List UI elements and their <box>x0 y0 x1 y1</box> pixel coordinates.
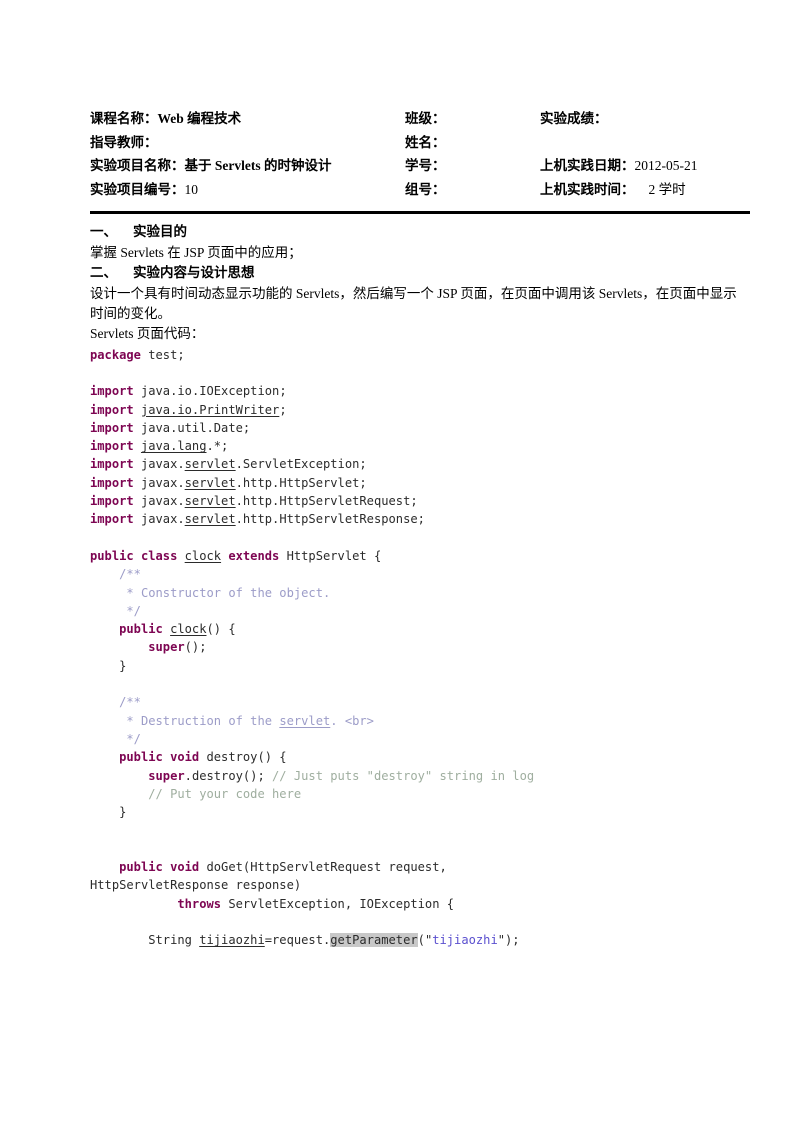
code-line: String tijiaozhi=request.getParameter("t… <box>148 933 520 948</box>
header-cell-duration: 上机实践时间： 2 学时 <box>540 181 750 207</box>
header-row: 指导教师： 姓名： <box>90 134 750 160</box>
project-name-value: 基于 Servlets 的时钟设计 <box>184 158 332 173</box>
section-number-1: 一、 <box>90 224 117 239</box>
code-line: import java.util.Date; <box>90 420 251 435</box>
section-2-paragraph-2: Servlets 页面代码： <box>90 326 205 342</box>
section-number-2: 二、 <box>90 264 117 280</box>
code-line: public clock() { <box>119 622 236 637</box>
code-line: public class clock extends HttpServlet { <box>90 548 382 563</box>
section-1-paragraph: 掌握 Servlets 在 JSP 页面中的应用； <box>90 245 302 261</box>
code-line: import java.io.PrintWriter; <box>90 402 287 417</box>
code-line: import javax.servlet.http.HttpServlet; <box>90 475 367 490</box>
header-row: 实验项目名称：基于 Servlets 的时钟设计 学号： 上机实践日期：2012… <box>90 159 750 183</box>
practice-date-label: 上机实践日期： <box>540 158 635 173</box>
section-heading-2: 二、 实验内容与设计思想 <box>90 264 750 282</box>
document-content: 课程名称：Web 编程技术 班级： 实验成绩： 指导教师： 姓名： 实验项目名称… <box>90 112 750 949</box>
code-line: super.destroy(); // Just puts "destroy" … <box>148 768 535 783</box>
header-cell-name: 姓名： <box>405 134 540 160</box>
section-2-paragraph-1: 设计一个具有时间动态显示功能的 Servlets，然后编写一个 JSP 页面，在… <box>90 286 737 321</box>
code-line: import javax.servlet.ServletException; <box>90 457 367 472</box>
practice-time-value: 2 学时 <box>648 181 686 197</box>
header-row: 实验项目编号：10 组号： 上机实践时间： 2 学时 <box>90 181 750 207</box>
header-divider <box>90 211 750 214</box>
java-code-block: package test; import java.io.IOException… <box>90 346 750 950</box>
header-cell-instructor: 指导教师： <box>90 134 405 160</box>
code-line: HttpServletResponse response) <box>90 878 302 893</box>
code-line: package test; <box>90 347 185 362</box>
course-name-value: Web 编程技术 <box>157 111 242 126</box>
code-line-comment: * Constructor of the object. <box>90 585 331 600</box>
code-line: } <box>90 658 127 673</box>
code-line: import javax.servlet.http.HttpServletReq… <box>90 494 418 509</box>
name-label: 姓名： <box>405 134 446 150</box>
header-row: 课程名称：Web 编程技术 班级： 实验成绩： <box>90 112 750 136</box>
course-name-label: 课程名称： <box>90 111 158 126</box>
header-cell-score: 实验成绩： <box>540 112 750 136</box>
practice-date-value: 2012-05-21 <box>634 158 698 173</box>
experiment-header-table: 课程名称：Web 编程技术 班级： 实验成绩： 指导教师： 姓名： 实验项目名称… <box>90 112 750 206</box>
class-label: 班级： <box>405 111 446 126</box>
code-line: // Put your code here <box>148 786 302 801</box>
code-line: import java.io.IOException; <box>90 384 287 399</box>
code-line-comment: */ <box>90 731 141 746</box>
section-title-1: 实验目的 <box>133 224 187 239</box>
code-line-comment: /** <box>90 567 141 582</box>
project-name-label: 实验项目名称： <box>90 158 185 173</box>
code-line: public void destroy() { <box>119 750 287 765</box>
header-cell-class: 班级： <box>405 112 540 136</box>
header-cell-project-name: 实验项目名称：基于 Servlets 的时钟设计 <box>90 159 405 183</box>
group-label: 组号： <box>405 181 446 197</box>
code-line: public void doGet(HttpServletRequest req… <box>119 860 447 874</box>
code-line: import java.lang.*; <box>90 439 229 454</box>
code-line: throws ServletException, IOException { <box>177 896 455 911</box>
project-number-value: 10 <box>184 181 199 197</box>
student-id-label: 学号： <box>405 158 446 173</box>
section-title-2: 实验内容与设计思想 <box>133 264 255 280</box>
code-line: } <box>90 805 127 820</box>
code-line: super(); <box>148 640 207 655</box>
header-cell-empty <box>540 136 750 160</box>
header-cell-course: 课程名称：Web 编程技术 <box>90 112 405 136</box>
project-number-label: 实验项目编号： <box>90 181 185 197</box>
instructor-label: 指导教师： <box>90 134 158 150</box>
header-cell-date: 上机实践日期：2012-05-21 <box>540 159 750 183</box>
header-cell-project-number: 实验项目编号：10 <box>90 181 405 207</box>
code-line: import javax.servlet.http.HttpServletRes… <box>90 512 425 527</box>
score-label: 实验成绩： <box>540 111 608 126</box>
practice-time-label: 上机实践时间： <box>540 181 635 197</box>
section-heading-1: 一、 实验目的 <box>90 223 750 241</box>
code-line-comment: */ <box>90 603 141 618</box>
code-line-comment: * Destruction of the servlet. <br> <box>90 713 374 728</box>
header-cell-student-id: 学号： <box>405 159 540 183</box>
code-line-comment: /** <box>90 695 141 710</box>
document-page: 课程名称：Web 编程技术 班级： 实验成绩： 指导教师： 姓名： 实验项目名称… <box>0 0 793 1122</box>
header-cell-group: 组号： <box>405 181 540 207</box>
